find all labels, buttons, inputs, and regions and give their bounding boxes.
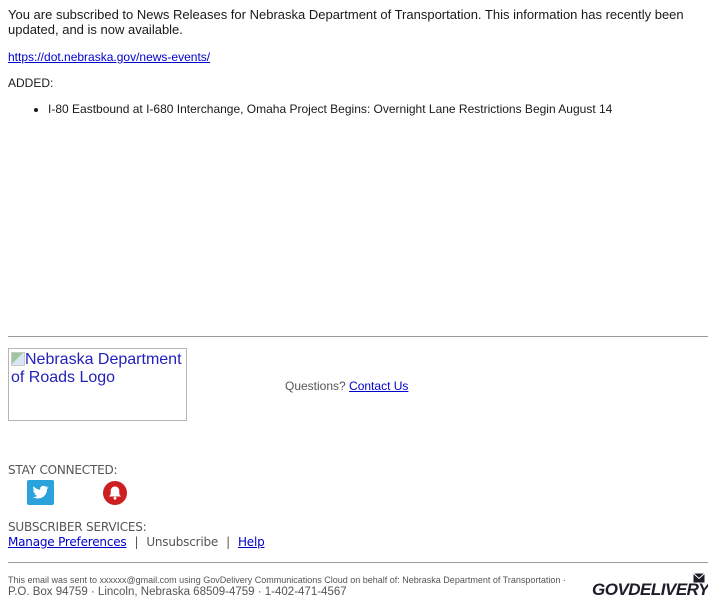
sent-to-text: This email was sent to xxxxxx@gmail.com … [8, 575, 566, 585]
govdelivery-logo: GOVDELIVERY [592, 580, 708, 599]
added-label: ADDED: [8, 76, 54, 90]
subscriber-services-label: SUBSCRIBER SERVICES: [8, 520, 147, 534]
divider [8, 336, 708, 337]
mailing-address: P.O. Box 94759 · Lincoln, Nebraska 68509… [8, 586, 347, 598]
subscription-intro: You are subscribed to News Releases for … [8, 7, 684, 37]
questions-label: Questions? [285, 379, 346, 393]
twitter-icon[interactable] [27, 480, 54, 505]
unsubscribe-link[interactable]: Unsubscribe [146, 535, 218, 549]
stay-connected-label: STAY CONNECTED: [8, 463, 118, 477]
agency-logo-image: Nebraska Department of Roads Logo [8, 348, 187, 421]
divider [8, 562, 708, 563]
news-events-link[interactable]: https://dot.nebraska.gov/news-events/ [8, 50, 210, 64]
logo-alt-text: Nebraska Department of Roads Logo [11, 351, 182, 386]
separator: | [134, 535, 139, 549]
broken-image-icon [11, 352, 25, 366]
envelope-icon [693, 573, 705, 583]
subscriber-services-links: Manage Preferences | Unsubscribe | Help [8, 535, 265, 549]
manage-preferences-link[interactable]: Manage Preferences [8, 535, 127, 549]
help-link[interactable]: Help [238, 535, 265, 549]
questions-row: Questions? Contact Us [285, 379, 408, 393]
added-items-list: I-80 Eastbound at I-680 Interchange, Oma… [8, 102, 612, 116]
separator: | [226, 535, 230, 549]
list-item: I-80 Eastbound at I-680 Interchange, Oma… [48, 102, 612, 116]
contact-us-link[interactable]: Contact Us [349, 379, 408, 393]
bell-icon[interactable] [103, 481, 127, 505]
footer-disclaimer: This email was sent to xxxxxx@gmail.com … [8, 574, 568, 598]
